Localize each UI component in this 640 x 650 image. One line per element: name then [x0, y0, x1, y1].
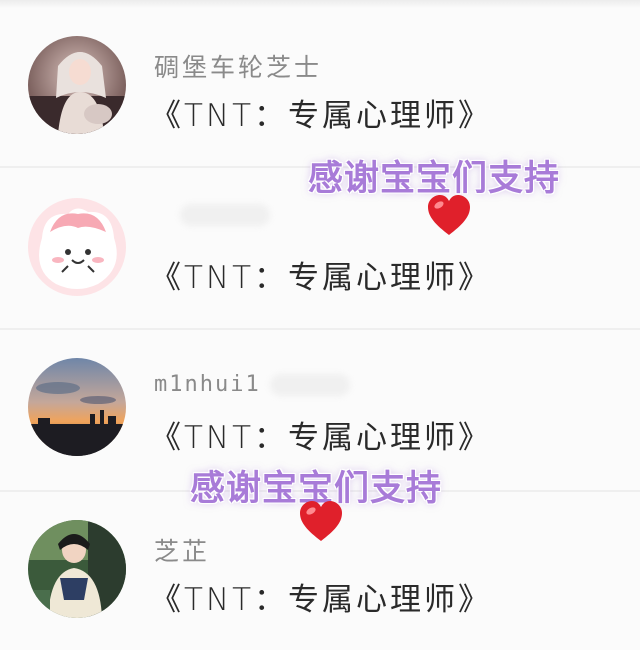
comment-text: 《TNT：专属心理师》 [150, 420, 493, 456]
avatar-sunset-city-icon[interactable] [28, 358, 126, 456]
comment-text: 《TNT：专属心理师》 [150, 260, 493, 296]
avatar-photo-girl-icon[interactable] [28, 36, 126, 134]
username[interactable]: 芝芷 [154, 532, 210, 568]
comment-text: 《TNT：专属心理师》 [150, 582, 493, 618]
comment-text: 《TNT：专属心理师》 [150, 98, 493, 134]
comment-item[interactable]: 芝芷 《TNT：专属心理师》 [0, 492, 640, 650]
username[interactable]: 碉堡车轮芝士 [154, 48, 322, 84]
comment-list: 碉堡车轮芝士 《TNT：专属心理师》 感谢宝宝们支持 《TNT：专属心理师》 m… [0, 0, 640, 650]
avatar-photo-hanfu-icon[interactable] [28, 520, 126, 618]
username[interactable]: m1nhui1 [154, 372, 261, 397]
top-edge [0, 0, 640, 8]
username-blurred [270, 374, 350, 396]
comment-item[interactable]: 碉堡车轮芝士 《TNT：专属心理师》 [0, 8, 640, 168]
comment-item[interactable]: 《TNT：专属心理师》 [0, 168, 640, 328]
username-blurred [180, 204, 270, 226]
avatar-cartoon-pink-icon[interactable] [28, 198, 126, 296]
